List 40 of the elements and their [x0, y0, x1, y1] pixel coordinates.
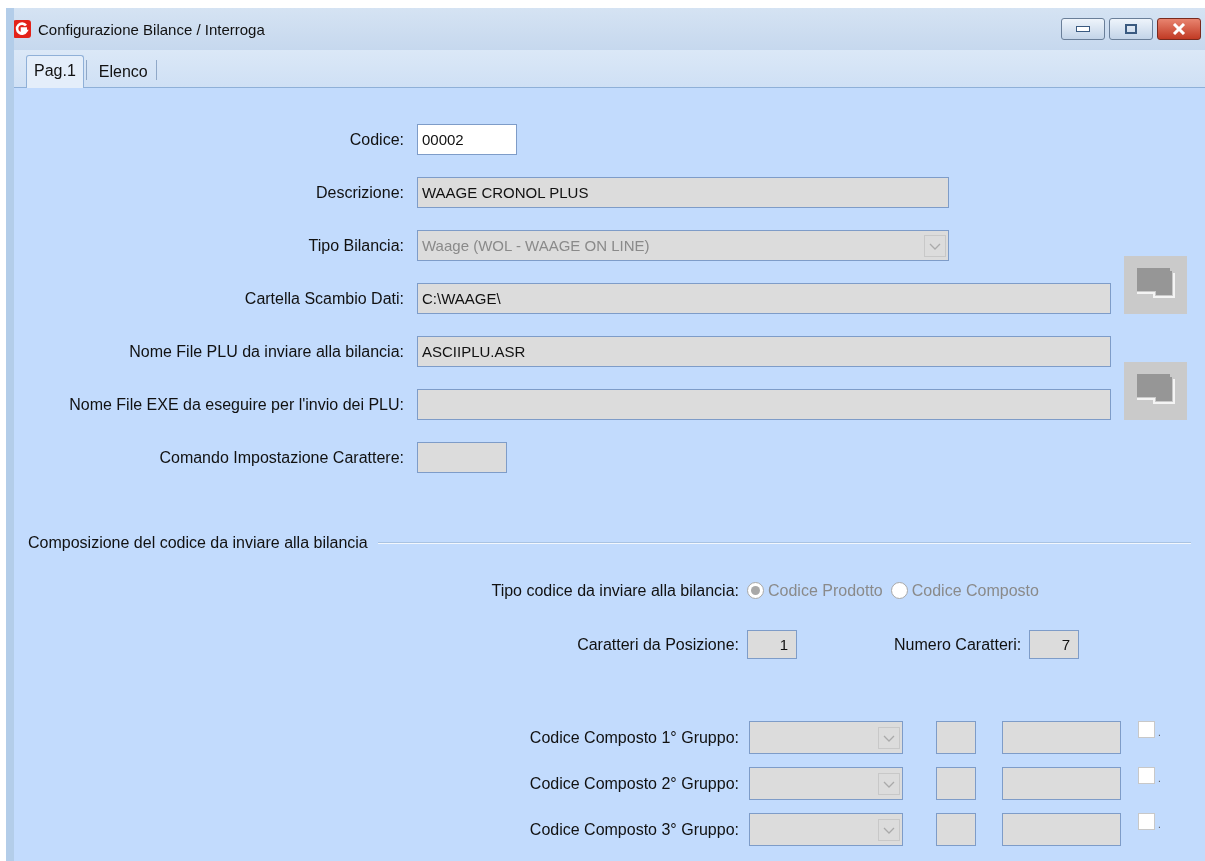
maximize-icon — [1125, 24, 1137, 34]
number-field[interactable]: 1 — [747, 630, 797, 659]
field-label: Nome File PLU da inviare alla bilancia: — [128, 342, 404, 361]
chevron-down-icon — [878, 818, 900, 841]
text-field[interactable] — [936, 767, 976, 800]
minimize-button[interactable] — [1061, 18, 1105, 40]
text-field[interactable] — [1002, 767, 1121, 800]
field-label: Codice Composto 1° Gruppo: — [528, 728, 739, 748]
close-button[interactable] — [1157, 18, 1201, 40]
section-title: Composizione del codice da inviare alla bilancia — [28, 534, 368, 552]
text-field[interactable] — [936, 721, 976, 754]
tab[interactable]: Pag.1 — [26, 55, 84, 88]
number-field[interactable]: 7 — [1029, 630, 1080, 659]
app-logo-icon — [14, 19, 32, 39]
field-label: Numero Caratteri: — [894, 635, 1022, 654]
maximize-button[interactable] — [1109, 18, 1153, 40]
dropdown-field[interactable] — [749, 767, 903, 800]
window-title: Configurazione Bilance / Interroga — [38, 20, 265, 38]
field-label: Cartella Scambio Dati: — [243, 289, 404, 308]
dropdown-field[interactable] — [749, 721, 903, 754]
field-label: Tipo Bilancia: — [307, 236, 404, 255]
chevron-down-icon — [878, 726, 900, 749]
tab[interactable]: Elenco — [92, 57, 154, 87]
field-label: Comando Impostazione Carattere: — [158, 448, 404, 467]
field-label: Descrizione: — [314, 183, 404, 202]
text-field[interactable] — [1002, 721, 1121, 754]
text-field[interactable] — [936, 813, 976, 846]
field-label: Codice Composto 2° Gruppo: — [528, 774, 739, 794]
text-field[interactable] — [1002, 813, 1121, 846]
field-label: Nome File EXE da eseguire per l'invio dei PLU: — [68, 395, 404, 414]
chevron-down-icon — [924, 234, 946, 257]
field-label: Tipo codice da inviare alla bilancia: — [490, 581, 739, 601]
text-field[interactable]: 00002 — [417, 124, 517, 155]
dropdown-field[interactable] — [749, 813, 903, 846]
field-label: Codice Composto 3° Gruppo: — [528, 820, 739, 840]
field-label: Codice: — [348, 130, 404, 149]
field-label: Caratteri da Posizione: — [576, 635, 739, 655]
minimize-icon — [1076, 26, 1090, 32]
close-icon — [1172, 23, 1186, 35]
chevron-down-icon — [878, 772, 900, 795]
